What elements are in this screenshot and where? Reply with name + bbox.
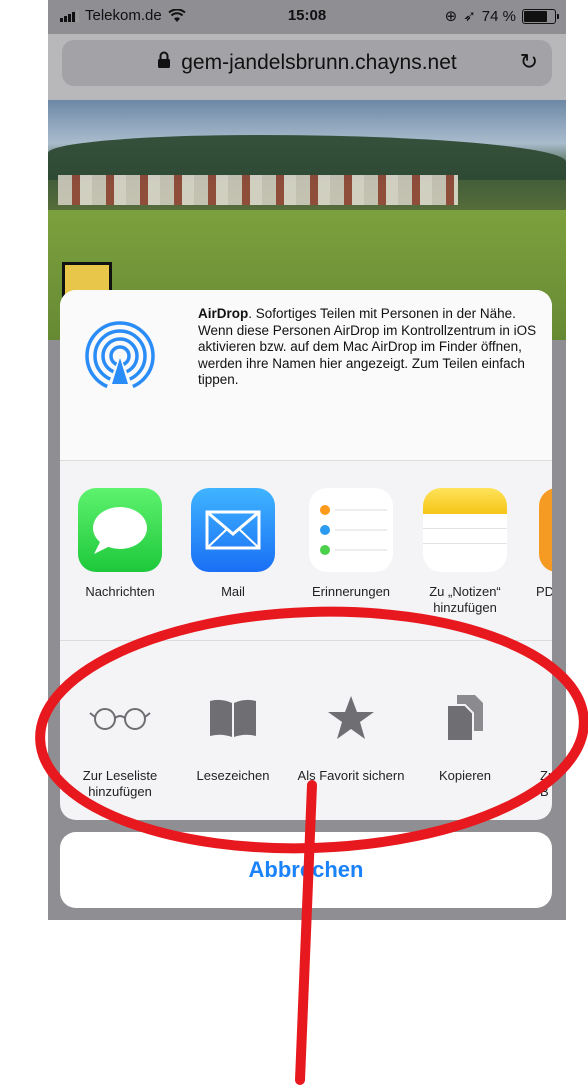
book-icon [178, 690, 288, 746]
airdrop-description: AirDrop. Sofortiges Teilen mit Personen … [198, 306, 537, 387]
battery-icon [522, 8, 559, 24]
share-app-notes[interactable]: Zu „Notizen“ hinzufügen [410, 488, 520, 616]
action-bookmark[interactable]: Lesezeichen [178, 690, 288, 784]
share-actions-row: Zur Leseliste hinzufügen Lesezeichen Als… [60, 642, 552, 820]
airdrop-icon [85, 321, 155, 394]
action-reading-list[interactable]: Zur Leseliste hinzufügen [65, 690, 175, 800]
action-favorite[interactable]: Als Favorit sichern [296, 690, 406, 784]
lock-icon [157, 51, 171, 75]
mail-icon [191, 488, 275, 572]
share-app-pdf[interactable]: PD [526, 488, 552, 600]
share-app-reminders[interactable]: Erinnerungen [296, 488, 406, 600]
phone-screen: Telekom.de 15:08 ⊕ ➶ 74 % gem-jandelsbru… [48, 0, 566, 920]
url-bar-area: gem-jandelsbrunn.chayns.net ↻ [48, 34, 566, 100]
notes-icon [423, 488, 507, 572]
url-text: gem-jandelsbrunn.chayns.net [181, 51, 457, 74]
status-bar: Telekom.de 15:08 ⊕ ➶ 74 % [48, 0, 566, 34]
messages-icon [78, 488, 162, 572]
battery-percent: 74 % [481, 7, 516, 25]
cancel-button[interactable]: Abbrechen [60, 832, 552, 908]
orientation-lock-icon: ⊕ [444, 8, 458, 25]
star-icon [296, 690, 406, 746]
pdf-icon [539, 488, 552, 572]
copy-icon [410, 690, 520, 746]
airdrop-section[interactable]: AirDrop. Sofortiges Teilen mit Personen … [60, 290, 552, 461]
share-app-mail[interactable]: Mail [178, 488, 288, 600]
reminders-icon [309, 488, 393, 572]
action-copy[interactable]: Kopieren [410, 690, 520, 784]
share-apps-row: Nachrichten Mail Erinnerungen Zu „Notize… [60, 460, 552, 641]
url-bar[interactable]: gem-jandelsbrunn.chayns.net ↻ [62, 40, 552, 86]
share-app-messages[interactable]: Nachrichten [65, 488, 175, 600]
location-icon: ➶ [463, 8, 476, 25]
share-sheet: AirDrop. Sofortiges Teilen mit Personen … [60, 290, 552, 820]
more-icon [526, 690, 552, 746]
reload-icon[interactable]: ↻ [520, 49, 538, 75]
action-more[interactable]: Zu B [526, 690, 552, 800]
glasses-icon [65, 690, 175, 746]
